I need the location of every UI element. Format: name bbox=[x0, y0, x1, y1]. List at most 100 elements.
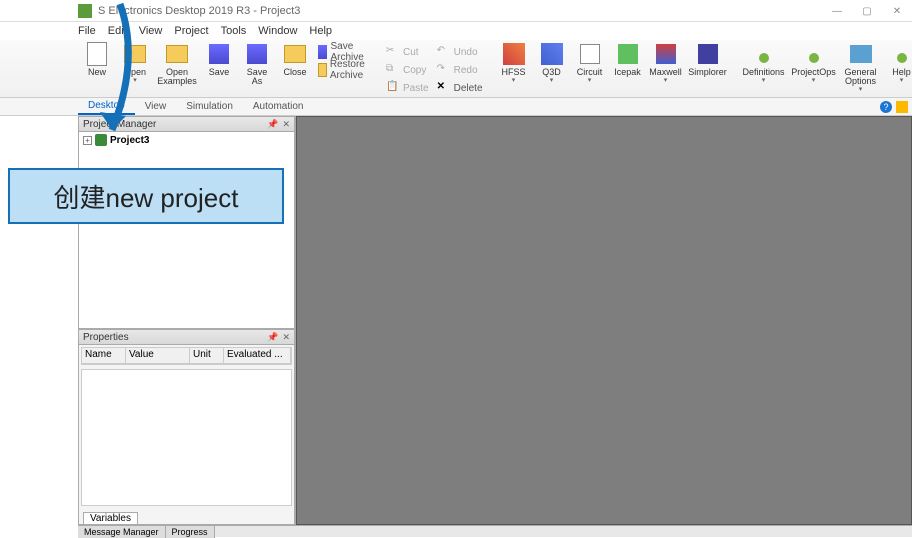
copy-button[interactable]: ⧉Copy bbox=[386, 62, 429, 78]
menu-help[interactable]: Help bbox=[309, 25, 332, 37]
properties-panel: Name Value Unit Evaluated ... Variables bbox=[78, 345, 295, 525]
project-manager-title: Project Manager bbox=[83, 119, 156, 130]
projectops-button[interactable]: ProjectOps▾ bbox=[789, 42, 839, 93]
pin-icon[interactable]: 📌 bbox=[267, 332, 278, 343]
project-manager-tree[interactable]: + Project3 bbox=[78, 132, 295, 329]
properties-bottom-tabs: Variables bbox=[79, 508, 294, 524]
menu-tools[interactable]: Tools bbox=[221, 25, 247, 37]
delete-button[interactable]: ✕Delete bbox=[437, 80, 483, 96]
properties-table-body[interactable] bbox=[81, 369, 292, 506]
chevron-down-icon: ▾ bbox=[550, 76, 554, 84]
close-button[interactable]: Close bbox=[276, 42, 314, 86]
bottom-tabbar: Message Manager Progress bbox=[78, 525, 912, 537]
tab-variables[interactable]: Variables bbox=[83, 512, 138, 524]
col-value[interactable]: Value bbox=[126, 348, 190, 363]
menu-view[interactable]: View bbox=[139, 25, 163, 37]
save-as-icon bbox=[247, 44, 267, 64]
save-button[interactable]: Save bbox=[200, 42, 238, 86]
simplorer-button[interactable]: Simplorer bbox=[685, 42, 731, 84]
new-file-icon bbox=[87, 42, 107, 66]
save-as-button[interactable]: Save As bbox=[238, 42, 276, 86]
maxwell-icon bbox=[656, 44, 676, 64]
cut-button[interactable]: ✂Cut bbox=[386, 44, 429, 60]
cut-icon: ✂ bbox=[386, 45, 400, 59]
menu-file[interactable]: File bbox=[78, 25, 96, 37]
properties-title: Properties bbox=[83, 332, 129, 343]
save-icon bbox=[209, 44, 229, 64]
tab-view[interactable]: View bbox=[135, 99, 177, 114]
ribbon-group-products: HFSS▾ Q3D▾ Circuit▾ Icepak Maxwell▾ Simp… bbox=[495, 42, 731, 84]
chevron-down-icon: ▾ bbox=[762, 76, 766, 84]
open-examples-button[interactable]: Open Examples bbox=[154, 42, 200, 86]
annotation-text: 创建new project bbox=[54, 178, 239, 215]
hfss-icon bbox=[503, 43, 525, 65]
properties-titlebar[interactable]: Properties 📌 ✕ bbox=[78, 329, 295, 345]
new-button[interactable]: New bbox=[78, 42, 116, 86]
dot-icon bbox=[759, 53, 769, 63]
project-name: Project3 bbox=[110, 135, 149, 146]
tab-simulation[interactable]: Simulation bbox=[176, 99, 243, 114]
q3d-icon bbox=[541, 43, 563, 65]
circuit-button[interactable]: Circuit▾ bbox=[571, 42, 609, 84]
circuit-icon bbox=[580, 44, 600, 64]
design-canvas[interactable] bbox=[296, 116, 912, 525]
folder-examples-icon bbox=[166, 45, 188, 63]
panel-close-icon[interactable]: ✕ bbox=[282, 119, 290, 130]
window-titlebar: S Electronics Desktop 2019 R3 - Project3… bbox=[0, 0, 912, 22]
redo-button[interactable]: ↷Redo bbox=[437, 62, 483, 78]
ribbon-group-archive: Save Archive Restore Archive bbox=[314, 42, 374, 80]
project-manager-titlebar[interactable]: Project Manager 📌 ✕ bbox=[78, 116, 295, 132]
archive-restore-icon bbox=[318, 63, 327, 77]
menu-window[interactable]: Window bbox=[258, 25, 297, 37]
tab-progress[interactable]: Progress bbox=[166, 526, 215, 538]
help-button[interactable]: Help▾ bbox=[883, 42, 912, 93]
minimize-button[interactable]: — bbox=[822, 0, 852, 22]
ribbon-group-edit-col2: ↶Undo ↷Redo ✕Delete bbox=[433, 42, 487, 98]
hfss-button[interactable]: HFSS▾ bbox=[495, 42, 533, 84]
panel-close-icon[interactable]: ✕ bbox=[282, 332, 290, 343]
chevron-down-icon: ▾ bbox=[859, 85, 863, 93]
chevron-down-icon: ▾ bbox=[900, 76, 904, 84]
col-evaluated[interactable]: Evaluated ... bbox=[224, 348, 291, 363]
ribbon-group-file: New Open▾ Open Examples Save Save As Clo… bbox=[78, 42, 314, 86]
col-name[interactable]: Name bbox=[82, 348, 126, 363]
archive-save-icon bbox=[318, 45, 327, 59]
dot-icon bbox=[809, 53, 819, 63]
icepak-button[interactable]: Icepak bbox=[609, 42, 647, 84]
tab-message-manager[interactable]: Message Manager bbox=[78, 526, 166, 538]
chevron-down-icon: ▾ bbox=[512, 76, 516, 84]
redo-icon: ↷ bbox=[437, 63, 451, 77]
maximize-button[interactable]: ▢ bbox=[852, 0, 882, 22]
tab-desktop[interactable]: Desktop bbox=[78, 98, 135, 115]
open-button[interactable]: Open▾ bbox=[116, 42, 154, 86]
icepak-icon bbox=[618, 44, 638, 64]
q3d-button[interactable]: Q3D▾ bbox=[533, 42, 571, 84]
properties-table-header: Name Value Unit Evaluated ... bbox=[82, 348, 291, 364]
menu-project[interactable]: Project bbox=[174, 25, 208, 37]
menu-edit[interactable]: Edit bbox=[108, 25, 127, 37]
simplorer-icon bbox=[698, 44, 718, 64]
save-archive-button[interactable]: Save Archive bbox=[318, 44, 370, 60]
expand-icon[interactable]: + bbox=[83, 136, 92, 145]
paste-button[interactable]: 📋Paste bbox=[386, 80, 429, 96]
ribbon-toolbar: New Open▾ Open Examples Save Save As Clo… bbox=[0, 40, 912, 98]
chevron-down-icon: ▾ bbox=[588, 76, 592, 84]
ansys-logo-icon bbox=[896, 101, 908, 113]
definitions-button[interactable]: Definitions▾ bbox=[739, 42, 789, 93]
restore-archive-button[interactable]: Restore Archive bbox=[318, 62, 370, 78]
close-window-button[interactable]: ✕ bbox=[882, 0, 912, 22]
help-info-icon[interactable]: ? bbox=[880, 101, 892, 113]
maxwell-button[interactable]: Maxwell▾ bbox=[647, 42, 685, 84]
col-unit[interactable]: Unit bbox=[190, 348, 224, 363]
ribbon-group-right: Definitions▾ ProjectOps▾ General Options… bbox=[739, 42, 912, 93]
pin-icon[interactable]: 📌 bbox=[267, 119, 278, 130]
ribbon-tabstrip: Desktop View Simulation Automation ? bbox=[0, 98, 912, 116]
chevron-down-icon: ▾ bbox=[133, 76, 137, 84]
general-options-button[interactable]: General Options▾ bbox=[839, 42, 883, 93]
dot-icon bbox=[897, 53, 907, 63]
tab-automation[interactable]: Automation bbox=[243, 99, 314, 114]
close-folder-icon bbox=[284, 45, 306, 63]
annotation-label: 创建new project bbox=[8, 168, 284, 224]
undo-button[interactable]: ↶Undo bbox=[437, 44, 483, 60]
project-tree-root[interactable]: + Project3 bbox=[83, 134, 290, 146]
